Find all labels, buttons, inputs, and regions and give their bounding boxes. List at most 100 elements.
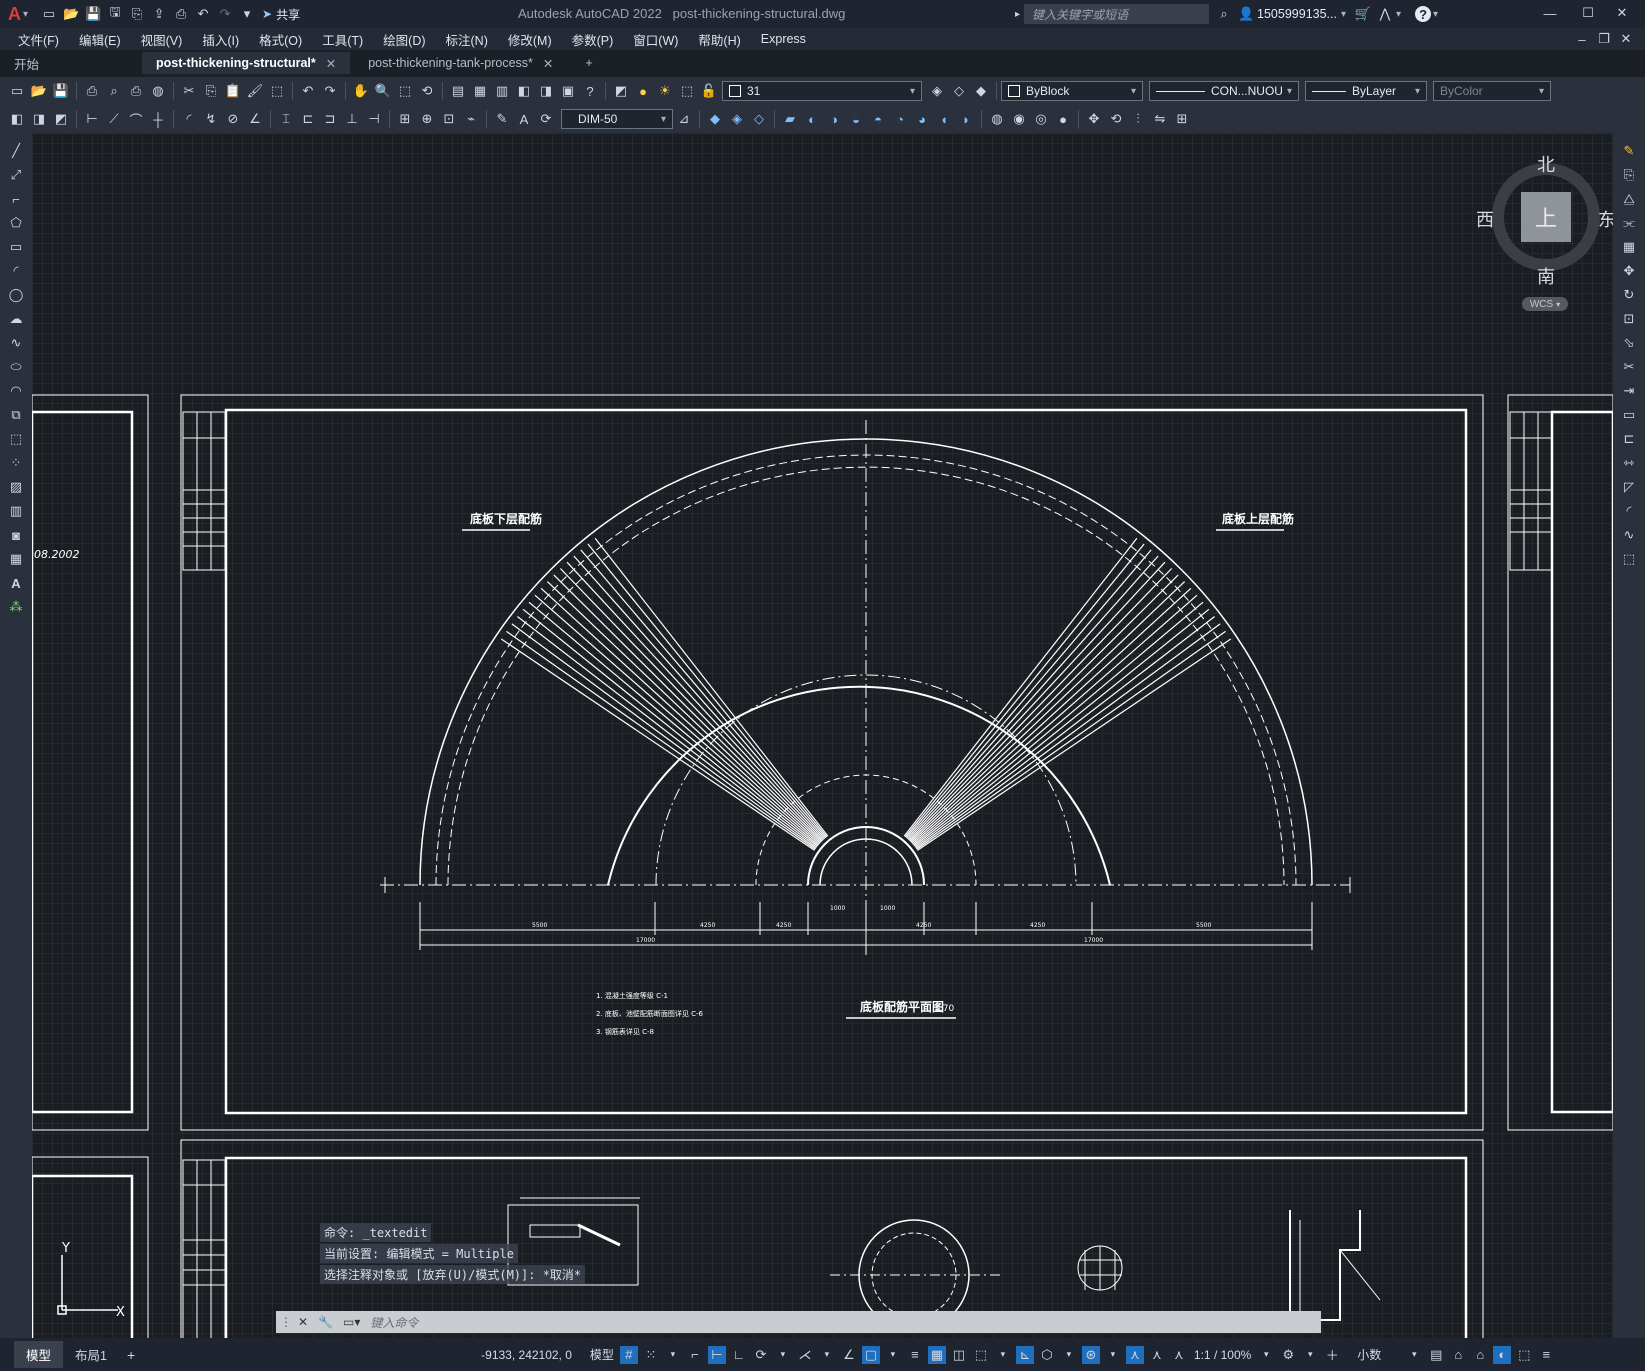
copy-icon[interactable]: ⎘ (202, 82, 220, 100)
dim-edit-icon[interactable]: ✎ (493, 110, 511, 128)
copy-icon[interactable]: ⎘ (1620, 166, 1638, 184)
doc-close-icon[interactable]: ✕ (1617, 30, 1635, 48)
user-icon[interactable]: 👤 (1237, 5, 1255, 23)
wcs-dropdown[interactable]: WCS ▾ (1522, 297, 1568, 311)
polar-dropdown-icon[interactable]: ▾ (774, 1346, 792, 1364)
tab-structural[interactable]: post-thickening-structural* ✕ (142, 52, 351, 74)
dim-style-icon[interactable]: ⊿ (675, 110, 693, 128)
maximize-icon[interactable]: ☐ (1579, 4, 1597, 22)
ellipse-arc-icon[interactable]: ◠ (7, 382, 25, 400)
annotation-visibility-icon[interactable]: ⋏ (1125, 1345, 1144, 1364)
mtext-icon[interactable]: A (7, 574, 25, 592)
revision-cloud-icon[interactable]: ☁ (7, 310, 25, 328)
align-3d-icon[interactable]: ⫶ (1129, 110, 1147, 128)
mirror-icon[interactable]: ⧋ (1620, 190, 1638, 208)
layer-tool-icon[interactable]: ◩ (52, 110, 70, 128)
jogged-dim-icon[interactable]: ↯ (202, 110, 220, 128)
compass-north[interactable]: 北 (1537, 151, 1555, 177)
graphics-performance-icon[interactable]: ◐ (1493, 1345, 1512, 1364)
ortho-icon[interactable]: ∟ (730, 1346, 748, 1364)
stretch-icon[interactable]: ⬂ (1620, 334, 1638, 352)
chamfer-icon[interactable]: ◸ (1620, 478, 1638, 496)
minimize-icon[interactable]: — (1541, 4, 1559, 22)
linear-dim-icon[interactable]: ⊢ (83, 110, 101, 128)
linetype-dropdown[interactable]: CON...NUOU ▾ (1149, 81, 1299, 101)
workspace-dropdown-icon[interactable]: ▾ (1301, 1346, 1319, 1364)
scale-dropdown-icon[interactable]: ▾ (1257, 1346, 1275, 1364)
close-icon[interactable]: ✕ (1613, 4, 1631, 22)
tab-start[interactable]: 开始 (0, 52, 138, 74)
spline-icon[interactable]: ∿ (7, 334, 25, 352)
isodraft-icon[interactable]: ⋌ (796, 1346, 814, 1364)
region-icon[interactable]: ◙ (7, 526, 25, 544)
sheet-set-icon[interactable]: ◧ (515, 82, 533, 100)
paste-icon[interactable]: 📋 (224, 82, 242, 100)
iso-dropdown-icon[interactable]: ▾ (818, 1346, 836, 1364)
dim-space-icon[interactable]: ⊥ (343, 110, 361, 128)
selection-cycling-icon[interactable]: ◫ (950, 1346, 968, 1364)
snap-dropdown-icon[interactable]: ▾ (664, 1346, 682, 1364)
continue-dim-icon[interactable]: ⊐ (321, 110, 339, 128)
model-space-toggle[interactable]: 模型 (586, 1346, 618, 1363)
layer-previous-icon[interactable]: ◇ (950, 82, 968, 100)
3d-osnap-icon[interactable]: ⬚ (972, 1346, 990, 1364)
line-icon[interactable]: ╱ (7, 142, 25, 160)
dynamic-ucs-icon[interactable]: ⊾ (1015, 1345, 1034, 1364)
menu-format[interactable]: 格式(O) (249, 30, 312, 49)
mirror-3d-icon[interactable]: ⇋ (1151, 110, 1169, 128)
center-mark-icon[interactable]: ⊕ (418, 110, 436, 128)
tool-palettes-icon[interactable]: ▥ (493, 82, 511, 100)
coordinates-readout[interactable]: -9133, 242102, 0 (477, 1348, 576, 1362)
jogged-linear-icon[interactable]: ⌁ (462, 110, 480, 128)
compass-east[interactable]: 东 (1598, 206, 1613, 232)
lineweight-dropdown[interactable]: ByLayer ▾ (1305, 81, 1427, 101)
layer-tool-icon[interactable]: ◨ (30, 110, 48, 128)
scale-icon[interactable]: ⊡ (1620, 310, 1638, 328)
menu-express[interactable]: Express (751, 32, 816, 46)
arc-length-icon[interactable]: ⌒ (127, 110, 145, 128)
move-3d-icon[interactable]: ✥ (1085, 110, 1103, 128)
osnap-dropdown-icon[interactable]: ▾ (884, 1346, 902, 1364)
extract-edges-icon[interactable]: ◔ (891, 110, 909, 128)
zoom-realtime-icon[interactable]: 🔍 (374, 82, 392, 100)
search-icon[interactable]: ⌕ (1215, 5, 1233, 23)
layout-tab-layout1[interactable]: 布局1 (63, 1341, 119, 1368)
color-dropdown[interactable]: ByBlock ▾ (1001, 81, 1143, 101)
make-current-layer-icon[interactable]: ◈ (928, 82, 946, 100)
doc-minimize-icon[interactable]: – (1573, 30, 1591, 48)
imprint-icon[interactable]: ◕ (913, 110, 931, 128)
infer-constraints-icon[interactable]: ⌐ (686, 1346, 704, 1364)
save-as-icon[interactable]: 🖫 (106, 4, 124, 23)
polyline-icon[interactable]: ⌐ (7, 190, 25, 208)
dynamic-input-icon[interactable]: ⊢ (707, 1345, 726, 1364)
lineweight-toggle-icon[interactable]: ≡ (906, 1346, 924, 1364)
annotation-scale-icon[interactable]: ⋏ (1170, 1346, 1188, 1364)
new-tab-button[interactable]: + (571, 52, 606, 74)
dim-update-icon[interactable]: ⟳ (537, 110, 555, 128)
menu-draw[interactable]: 绘图(D) (373, 30, 435, 49)
3dosnap-dropdown-icon[interactable]: ▾ (994, 1346, 1012, 1364)
hatch-icon[interactable]: ▨ (7, 478, 25, 496)
trim-icon[interactable]: ✂ (1620, 358, 1638, 376)
help-icon[interactable]: ? (1415, 6, 1432, 22)
menu-view[interactable]: 视图(V) (131, 30, 193, 49)
command-line[interactable]: ⋮ ✕ 🔧 ▭▾ 键入命令 (276, 1311, 1321, 1333)
user-name[interactable]: 1505999135... (1257, 7, 1337, 21)
offset-icon[interactable]: ⫘ (1620, 214, 1638, 232)
rotate-icon[interactable]: ↻ (1620, 286, 1638, 304)
array-3d-icon[interactable]: ⊞ (1173, 110, 1191, 128)
tab-tank-process[interactable]: post-thickening-tank-process* ✕ (354, 52, 567, 74)
dim-text-edit-icon[interactable]: A (515, 110, 533, 128)
subtract-icon[interactable]: ◈ (728, 110, 746, 128)
help-dropdown-icon[interactable]: ▾ (1433, 9, 1438, 20)
intersect-icon[interactable]: ◇ (750, 110, 768, 128)
redo-icon[interactable]: ↷ (321, 82, 339, 100)
print-preview-icon[interactable]: ⌕ (105, 82, 123, 100)
light-icon[interactable]: ◎ (1032, 110, 1050, 128)
share-button[interactable]: ➤ 共享 (262, 6, 300, 23)
viewcube[interactable]: 上 北 南 西 东 WCS ▾ (1464, 143, 1613, 313)
compass-south[interactable]: 南 (1537, 263, 1555, 289)
design-center-icon[interactable]: ▦ (471, 82, 489, 100)
search-expand-icon[interactable]: ▸ (1015, 9, 1020, 20)
clean-screen-icon[interactable]: ⬚ (1515, 1346, 1533, 1364)
